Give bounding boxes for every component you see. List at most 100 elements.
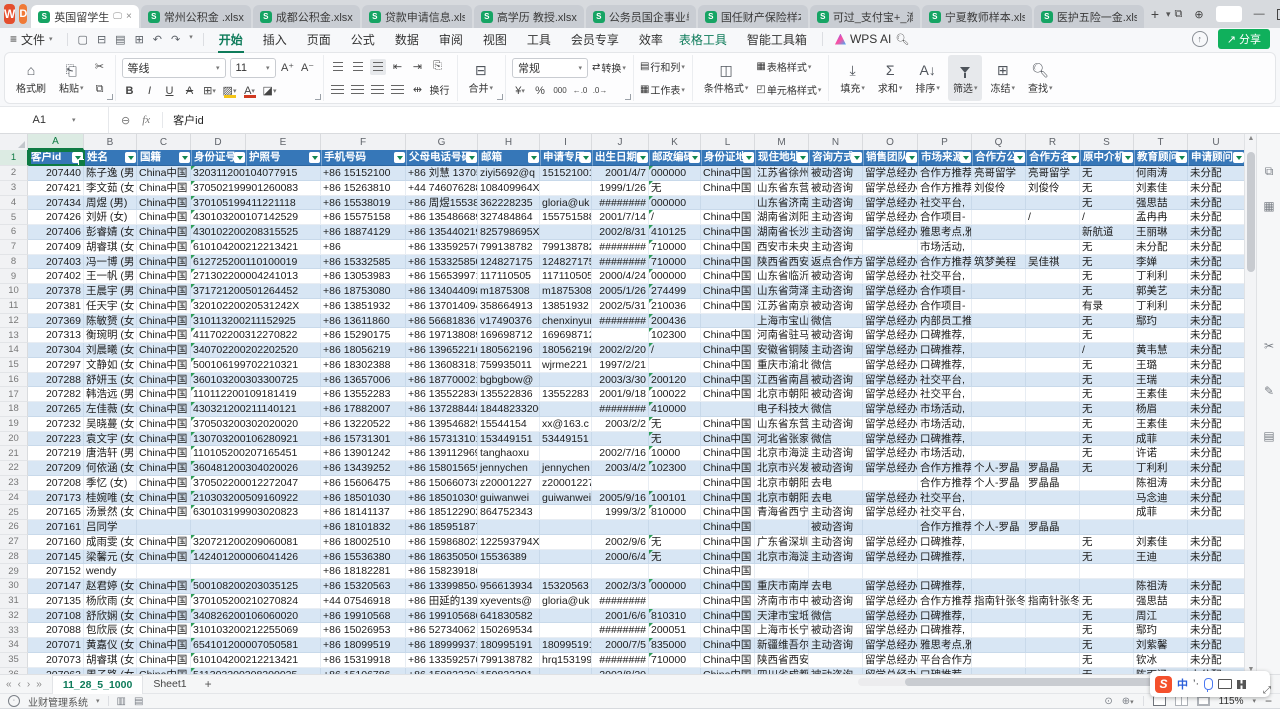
cell[interactable]: 陈祖涛: [1134, 579, 1188, 594]
cell[interactable]: 无: [649, 181, 701, 196]
menu-item-6[interactable]: 视图: [482, 29, 508, 50]
cell[interactable]: 630103199903020823: [191, 505, 321, 520]
cell[interactable]: 留学总经办: [863, 653, 918, 668]
cell[interactable]: 000000: [649, 579, 701, 594]
cell[interactable]: [1026, 432, 1080, 447]
notes-icon[interactable]: ▤: [1257, 429, 1280, 443]
cell[interactable]: 2002/5/31: [592, 299, 649, 314]
cell[interactable]: +86 1971380890: [406, 328, 478, 343]
cell[interactable]: +86 13439252: [321, 461, 406, 476]
column-header-K[interactable]: K: [649, 134, 701, 150]
cell[interactable]: 320311200104077915: [191, 166, 321, 181]
cell[interactable]: 无: [1080, 594, 1134, 609]
row-gutter-26[interactable]: 26: [0, 520, 28, 535]
header-cell-U1[interactable]: 申请顾问: [1189, 150, 1244, 166]
cell[interactable]: 135522836: [478, 387, 540, 402]
cell[interactable]: gloria@uk: [540, 594, 592, 609]
cell[interactable]: +86 13053983: [321, 269, 406, 284]
share-button[interactable]: ↗ 分享: [1218, 29, 1270, 49]
cell[interactable]: 主动咨询: [809, 417, 863, 432]
cell[interactable]: 口碑推荐,: [918, 550, 972, 565]
cell[interactable]: 未分配: [1188, 609, 1244, 624]
cell[interactable]: 胡睿琪 (女: [84, 653, 137, 668]
cell[interactable]: 无: [1080, 609, 1134, 624]
cell[interactable]: 市场活动,: [918, 446, 972, 461]
sheet-tab[interactable]: 11_28_5_1000: [52, 675, 144, 694]
cell[interactable]: 207434: [28, 196, 84, 211]
cell[interactable]: 微信: [809, 358, 863, 373]
decrease-font-icon[interactable]: A⁻: [300, 60, 316, 76]
cell[interactable]: 新航道: [1080, 225, 1134, 240]
cell[interactable]: 留学总经办: [863, 461, 918, 476]
filter-dropdown-button[interactable]: [960, 152, 971, 163]
cell[interactable]: +86 1582391866: [406, 564, 478, 579]
cell[interactable]: 重庆市南岸: [755, 579, 809, 594]
cell[interactable]: 雅思考点,雅: [918, 638, 972, 653]
cell[interactable]: 北京市海淀: [755, 446, 809, 461]
format-painter-button[interactable]: ⌂ 格式刷: [11, 55, 51, 101]
header-cell-K1[interactable]: 邮政编码: [650, 150, 702, 166]
cell[interactable]: 未分配: [1188, 417, 1244, 432]
filter-dropdown-button[interactable]: [906, 152, 917, 163]
cell[interactable]: [137, 564, 191, 579]
cell[interactable]: 留学总经办: [863, 255, 918, 270]
cell[interactable]: 周煜 (男): [84, 196, 137, 211]
cell[interactable]: China中国: [701, 181, 755, 196]
cell[interactable]: 返点合作方: [809, 255, 863, 270]
header-cell-Q1[interactable]: 合作方公: [973, 150, 1027, 166]
qat-chevron-icon[interactable]: ▾: [189, 33, 193, 46]
cell[interactable]: 主动咨询: [809, 343, 863, 358]
cell[interactable]: 000000: [649, 196, 701, 211]
cell[interactable]: 成菲: [1134, 505, 1188, 520]
cell[interactable]: [540, 505, 592, 520]
cell[interactable]: 13552283: [540, 387, 592, 402]
cell[interactable]: 无: [1080, 196, 1134, 211]
decrease-decimal-icon[interactable]: .0→: [592, 83, 608, 99]
cell[interactable]: 未分配: [1188, 284, 1244, 299]
cell[interactable]: 湖南省浏阳: [755, 210, 809, 225]
cell[interactable]: China中国: [137, 373, 191, 388]
cell[interactable]: 留学总经办: [863, 343, 918, 358]
column-header-O[interactable]: O: [863, 134, 918, 150]
cell[interactable]: 10000: [649, 446, 701, 461]
cell[interactable]: China中国: [137, 638, 191, 653]
cell[interactable]: 被动咨询: [809, 269, 863, 284]
cell[interactable]: 吴晓蔓 (女: [84, 417, 137, 432]
cell[interactable]: [540, 535, 592, 550]
cell[interactable]: ziyi5692@q: [478, 166, 540, 181]
filter-dropdown-button[interactable]: [1068, 152, 1079, 163]
cell[interactable]: [972, 623, 1026, 638]
zoom-level[interactable]: 115%: [1219, 696, 1244, 707]
cell[interactable]: [972, 387, 1026, 402]
cell[interactable]: 济南市市中: [755, 594, 809, 609]
cell[interactable]: 102300: [649, 328, 701, 343]
cell[interactable]: 何依涵 (女: [84, 461, 137, 476]
row-gutter-25[interactable]: 25: [0, 505, 28, 520]
strikethrough-button[interactable]: A: [182, 83, 198, 99]
cell[interactable]: 被动咨询: [809, 623, 863, 638]
cloud-icon[interactable]: ⊞: [135, 33, 144, 46]
filter-dropdown-button[interactable]: [797, 152, 808, 163]
row-gutter-23[interactable]: 23: [0, 476, 28, 491]
cell[interactable]: 留学总经办: [863, 328, 918, 343]
cell[interactable]: 15536389: [478, 550, 540, 565]
cell[interactable]: +86 18099519: [321, 638, 406, 653]
cell[interactable]: 117110505: [540, 269, 592, 284]
cell-style-button[interactable]: ◰ 单元格样式▾: [756, 82, 821, 97]
cell[interactable]: 去电: [809, 579, 863, 594]
cell[interactable]: 371721200501264452: [191, 284, 321, 299]
align-left-icon[interactable]: [330, 82, 346, 98]
globe-icon[interactable]: ⊕: [1194, 8, 1203, 21]
filter-dropdown-button[interactable]: [125, 152, 136, 163]
cell[interactable]: [649, 594, 701, 609]
cell[interactable]: 社交平台,: [918, 269, 972, 284]
cell[interactable]: 刘俊伶: [972, 181, 1026, 196]
cell[interactable]: +86 1395468295: [406, 417, 478, 432]
cell[interactable]: 刘俊伶: [1026, 181, 1080, 196]
layout-switch-icon[interactable]: ⧉: [1175, 8, 1183, 21]
cell[interactable]: [972, 432, 1026, 447]
cell[interactable]: 无: [1080, 269, 1134, 284]
cell[interactable]: +86 1565399710: [406, 269, 478, 284]
cell[interactable]: [972, 314, 1026, 329]
cell[interactable]: +86 周煜155380: [406, 196, 478, 211]
